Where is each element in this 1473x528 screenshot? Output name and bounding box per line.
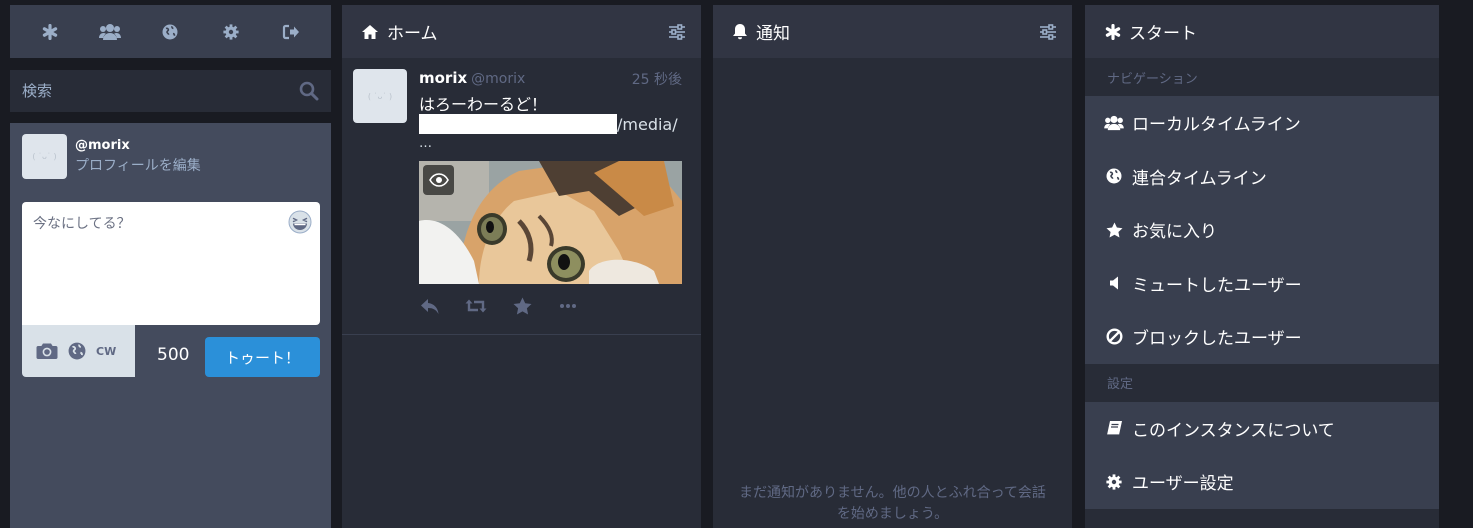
menu-item-local-timeline[interactable]: ローカルタイムライン (1085, 96, 1439, 150)
status-text: はろーわーるど！ (419, 95, 548, 114)
compose-textarea[interactable] (22, 202, 320, 325)
sliders-icon (669, 23, 685, 40)
boost-button[interactable] (465, 295, 487, 317)
getting-started-column: スタート ナビゲーション ローカルタイムライン 連合タイムライン お気に入り ミ… (1085, 5, 1439, 528)
notifications-column-header[interactable]: 通知 (713, 5, 1072, 58)
users-icon (1104, 115, 1124, 130)
avatar[interactable]: ( ˙ᴗ˙ ) (22, 134, 67, 179)
settings-section-header: 設定 (1085, 363, 1439, 402)
menu-item-label: ローカルタイムライン (1132, 115, 1301, 136)
favourite-button[interactable] (511, 295, 533, 317)
cat-photo (419, 161, 682, 284)
column-title: スタート (1129, 24, 1197, 44)
column-settings-button[interactable] (1039, 23, 1057, 40)
navigation-section-header: ナビゲーション (1085, 58, 1439, 96)
bell-icon (733, 24, 747, 40)
toot-button[interactable]: トゥート！ (205, 337, 320, 377)
menu-item-federated-timeline[interactable]: 連合タイムライン (1085, 150, 1439, 204)
book-icon (1106, 421, 1122, 436)
column-title: ホーム (387, 24, 438, 44)
status-link[interactable]: /media/ (419, 114, 678, 134)
menu-item-muted-users[interactable]: ミュートしたユーザー (1085, 257, 1439, 311)
menu-item-about-instance[interactable]: このインスタンスについて (1085, 402, 1439, 456)
compose-form: ( ˙ᴗ˙ ) @morix プロフィールを編集 今なにしてる？ CW 500 … (10, 123, 331, 528)
retweet-icon (465, 299, 487, 313)
logout-nav-button[interactable] (271, 12, 311, 52)
search-bar (10, 70, 331, 112)
cog-icon (1106, 474, 1122, 490)
navigation-menu: ローカルタイムライン 連合タイムライン お気に入り ミュートしたユーザー ブロッ… (1085, 96, 1439, 364)
edit-profile-link[interactable]: プロフィールを編集 (75, 155, 201, 175)
content-warning-button[interactable]: CW (96, 339, 116, 363)
more-button[interactable] (557, 295, 579, 317)
globe-icon (162, 24, 178, 39)
asterisk-icon (42, 23, 58, 40)
reply-icon (421, 298, 439, 314)
emoji-picker-icon[interactable] (288, 210, 312, 234)
globe-icon (68, 342, 86, 360)
getting-started-header: スタート (1085, 5, 1439, 58)
search-icon[interactable] (299, 81, 319, 101)
menu-item-label: このインスタンスについて (1132, 420, 1335, 441)
ban-icon (1105, 328, 1123, 345)
globe-icon (1106, 168, 1122, 184)
getting-started-nav-button[interactable] (30, 12, 70, 52)
notifications-column: 通知 まだ通知がありません。他の人とふれ合って会話を始めましょう。 (713, 5, 1072, 528)
account-handle[interactable]: @morix (75, 138, 201, 153)
menu-item-user-settings[interactable]: ユーザー設定 (1085, 455, 1439, 509)
home-icon (362, 24, 378, 39)
ellipsis-icon (560, 304, 576, 308)
compose-textarea-wrap (22, 202, 320, 325)
status-timestamp[interactable]: 25 秒後 (632, 69, 682, 89)
home-column: ホーム ( ˙ᴗ˙ ) morix @morix 25 秒後 はろーわーるど！ /… (342, 5, 701, 528)
menu-item-label: お気に入り (1132, 222, 1217, 243)
menu-item-label: 連合タイムライン (1132, 168, 1267, 189)
reply-button[interactable] (419, 295, 441, 317)
camera-icon (36, 343, 58, 359)
compose-account: ( ˙ᴗ˙ ) @morix プロフィールを編集 (22, 134, 201, 179)
menu-item-label: ユーザー設定 (1132, 474, 1234, 495)
redacted-block (419, 114, 617, 134)
star-icon (1106, 222, 1122, 238)
eye-icon (428, 173, 449, 187)
star-icon (513, 297, 531, 315)
hide-media-button[interactable] (423, 165, 454, 195)
search-input[interactable] (10, 70, 331, 112)
status-display-name[interactable]: morix @morix (419, 69, 525, 87)
empty-notifications-message: まだ通知がありません。他の人とふれ合って会話を始めましょう。 (739, 485, 1046, 522)
status-item[interactable]: ( ˙ᴗ˙ ) morix @morix 25 秒後 はろーわーるど！ /medi… (342, 58, 701, 335)
volume-off-icon (1110, 276, 1118, 290)
display-name: morix (419, 69, 468, 87)
sliders-icon (1040, 23, 1056, 40)
asterisk-icon (1105, 23, 1121, 40)
gear-icon (223, 23, 239, 40)
media-attachment[interactable] (419, 161, 682, 284)
account-info: @morix プロフィールを編集 (75, 138, 201, 175)
drawer-nav (10, 5, 331, 58)
compose-options: CW (22, 325, 135, 377)
character-counter: 500 (157, 345, 190, 365)
local-timeline-nav-button[interactable] (90, 12, 130, 52)
users-icon (99, 23, 122, 40)
menu-item-favourites[interactable]: お気に入り (1085, 203, 1439, 257)
settings-menu: このインスタンスについて ユーザー設定 (1085, 401, 1439, 509)
menu-item-label: ミュートしたユーザー (1132, 275, 1302, 296)
status-action-bar (419, 295, 579, 317)
background-strip (1439, 0, 1473, 528)
privacy-dropdown-button[interactable] (68, 339, 86, 363)
column-title: 通知 (756, 24, 790, 44)
status-avatar[interactable]: ( ˙ᴗ˙ ) (353, 69, 407, 123)
federated-timeline-nav-button[interactable] (150, 12, 190, 52)
home-column-header[interactable]: ホーム (342, 5, 701, 58)
drawer: ( ˙ᴗ˙ ) @morix プロフィールを編集 (10, 5, 331, 528)
column-settings-button[interactable] (668, 23, 686, 40)
username: @morix (471, 71, 526, 87)
sign-out-icon (282, 24, 299, 39)
preferences-nav-button[interactable] (211, 12, 251, 52)
menu-item-blocked-users[interactable]: ブロックしたユーザー (1085, 310, 1439, 364)
menu-item-label: ブロックしたユーザー (1132, 329, 1302, 350)
upload-media-button[interactable] (36, 339, 58, 363)
status-link-ellipsis[interactable]: … (419, 136, 432, 151)
status-link-suffix: /media/ (617, 114, 678, 134)
